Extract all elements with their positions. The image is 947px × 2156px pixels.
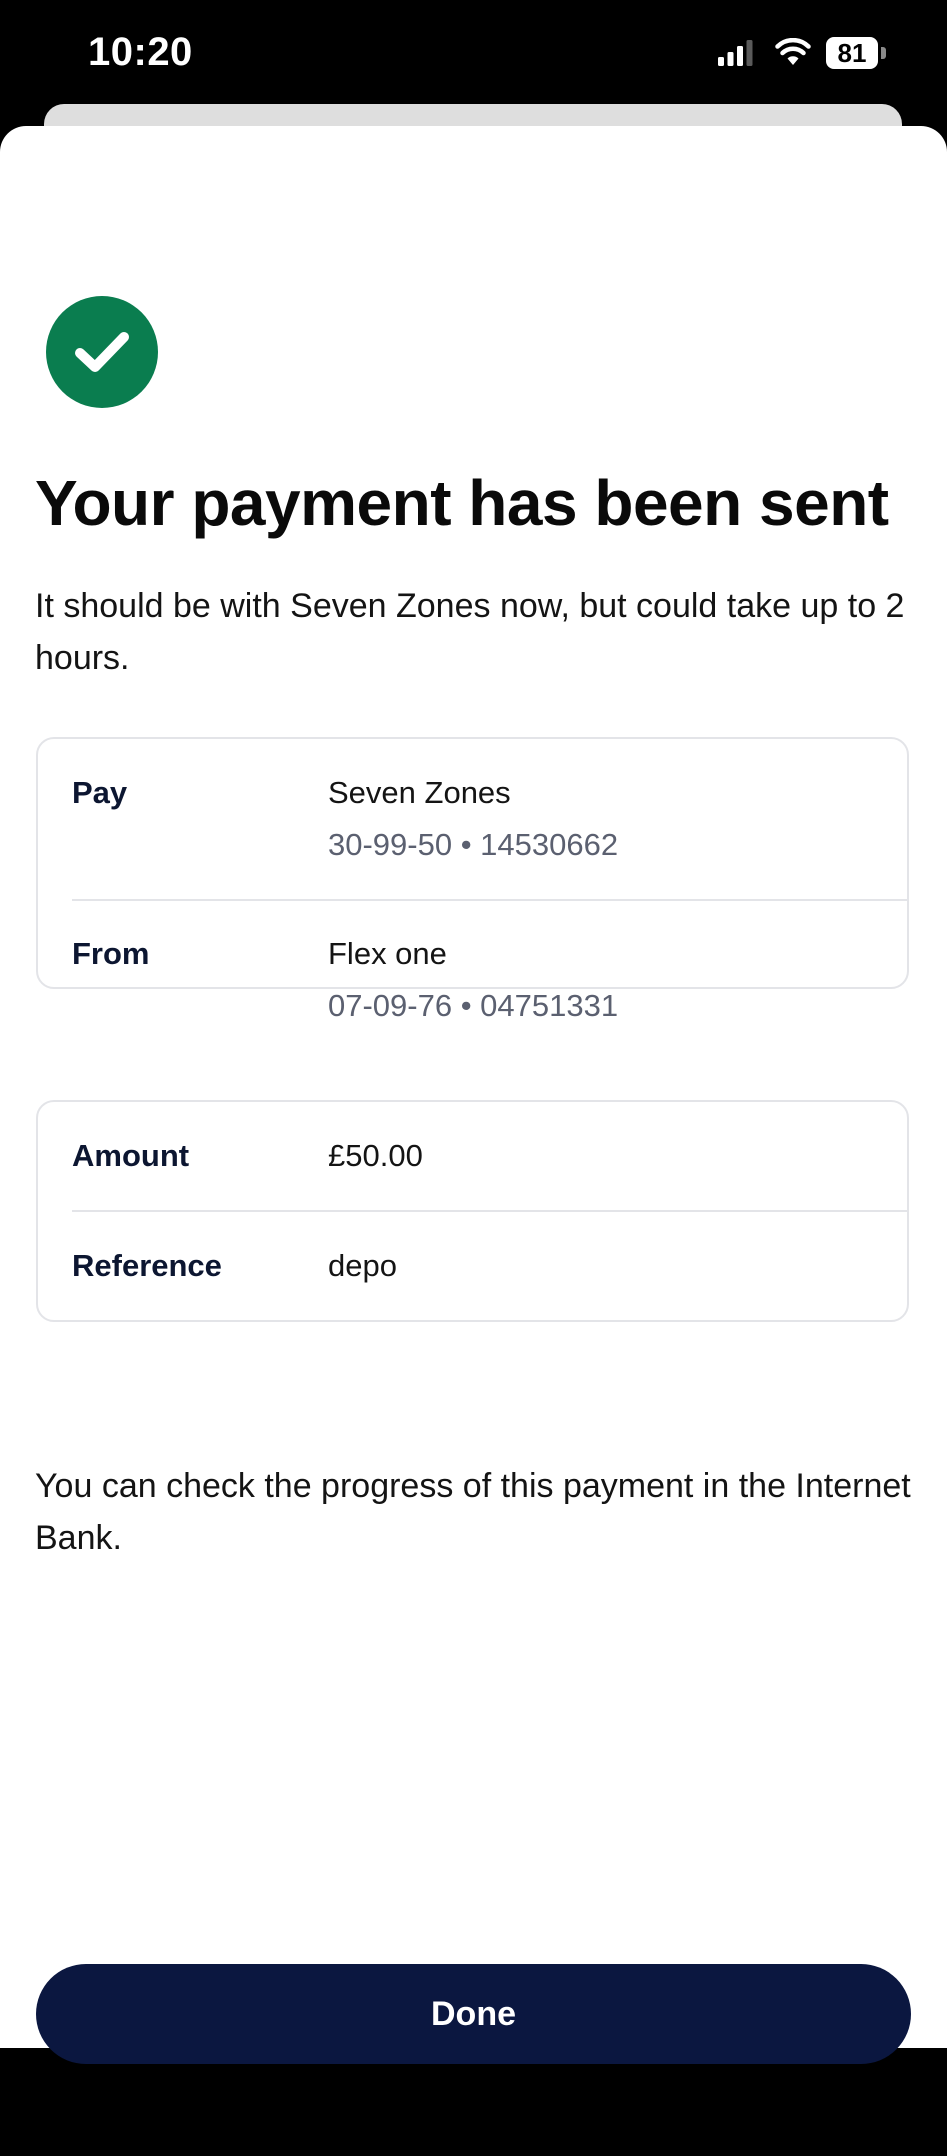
payment-details-card: Pay Seven Zones 30-99-50 • 14530662 From…	[36, 737, 909, 1023]
reference-label: Reference	[72, 1248, 222, 1283]
payee-name: Seven Zones	[328, 775, 511, 810]
pay-row: Pay Seven Zones 30-99-50 • 14530662	[38, 739, 907, 899]
payment-confirmation-sheet: Your payment has been sent It should be …	[0, 126, 947, 2156]
home-indicator[interactable]	[306, 2145, 642, 2156]
wifi-icon	[775, 38, 811, 65]
checkmark-icon	[46, 296, 158, 408]
status-bar: 10:20 81	[0, 0, 947, 112]
page-title: Your payment has been sent	[35, 467, 889, 539]
from-row: From Flex one 07-09-76 • 04751331	[38, 901, 907, 1023]
amount-value: £50.00	[328, 1138, 423, 1173]
reference-value: depo	[328, 1248, 397, 1283]
amount-card: Amount £50.00 Reference depo	[36, 1100, 909, 1322]
subtitle: It should be with Seven Zones now, but c…	[35, 587, 905, 677]
from-account-name: Flex one	[328, 936, 447, 971]
amount-label: Amount	[72, 1138, 190, 1173]
from-account-number: 07-09-76 • 04751331	[328, 988, 619, 1023]
battery-icon: 81	[826, 37, 886, 69]
checkmark-glyph	[75, 332, 129, 372]
from-label: From	[72, 936, 150, 971]
done-button[interactable]: Done	[36, 1964, 911, 2064]
battery-cap	[881, 47, 886, 59]
pay-label: Pay	[72, 775, 128, 810]
signal-icon	[718, 40, 753, 66]
progress-note: You can check the progress of this payme…	[35, 1467, 911, 1557]
amount-row: Amount £50.00	[38, 1102, 907, 1210]
reference-row: Reference depo	[38, 1212, 907, 1322]
status-time: 10:20	[88, 30, 193, 74]
battery-level: 81	[826, 37, 878, 69]
payee-account: 30-99-50 • 14530662	[328, 827, 619, 862]
